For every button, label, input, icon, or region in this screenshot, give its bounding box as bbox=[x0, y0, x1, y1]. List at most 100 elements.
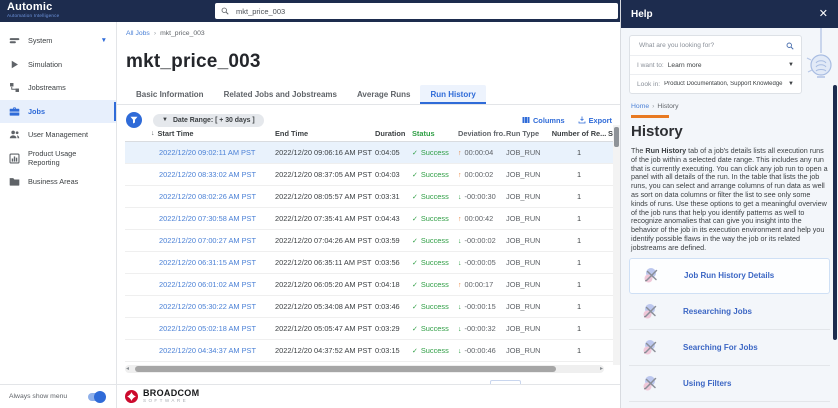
help-breadcrumb-home[interactable]: Home bbox=[631, 103, 649, 110]
column-header-end-time[interactable]: End Time bbox=[275, 129, 375, 138]
broadcom-mark-icon bbox=[125, 390, 138, 403]
breadcrumb-all-jobs[interactable]: All Jobs bbox=[126, 30, 150, 37]
help-link-job-run-history-details[interactable]: Job Run History Details bbox=[629, 258, 830, 294]
arrow-up-icon: ↑ bbox=[458, 172, 462, 179]
tab-average-runs[interactable]: Average Runs bbox=[347, 85, 421, 104]
table-row[interactable]: 2022/12/20 05:30:22 AM PST2022/12/20 05:… bbox=[125, 296, 613, 318]
close-icon[interactable]: ✕ bbox=[819, 9, 828, 20]
run-start-time-link[interactable]: 2022/12/20 06:01:02 AM PST bbox=[159, 280, 256, 289]
check-icon: ✓ bbox=[412, 238, 418, 245]
help-link-using-filters[interactable]: Using Filters bbox=[629, 366, 830, 402]
scroll-left-icon[interactable]: ◂ bbox=[126, 365, 129, 373]
run-start-time-link[interactable]: 2022/12/20 07:30:58 AM PST bbox=[159, 214, 256, 223]
arrow-up-icon: ↑ bbox=[458, 282, 462, 289]
column-header-duration[interactable]: Duration bbox=[375, 129, 412, 138]
table-row[interactable]: 2022/12/20 07:00:27 AM PST2022/12/20 07:… bbox=[125, 230, 613, 252]
run-restarts: 1 bbox=[550, 148, 608, 157]
scroll-right-icon[interactable]: ▸ bbox=[600, 365, 603, 373]
brand-bar: BROADCOM SOFTWARE bbox=[117, 384, 620, 408]
help-search-input[interactable] bbox=[637, 41, 782, 50]
run-restarts: 1 bbox=[550, 236, 608, 245]
run-start-time-link[interactable]: 2022/12/20 07:00:27 AM PST bbox=[159, 236, 256, 245]
tab-related-jobs-and-jobstreams[interactable]: Related Jobs and Jobstreams bbox=[214, 85, 347, 104]
help-breadcrumb-current: History bbox=[657, 103, 678, 110]
column-header-start-time[interactable]: ↓Start Time bbox=[125, 129, 275, 138]
table-row[interactable]: 2022/12/20 07:30:58 AM PST 2022/12/20 07:… bbox=[125, 208, 613, 230]
check-icon: ✓ bbox=[412, 348, 418, 355]
column-header-run-type[interactable]: Run Type bbox=[506, 129, 550, 138]
export-button[interactable]: Export bbox=[578, 116, 612, 125]
help-scrollbar-thumb[interactable] bbox=[833, 85, 837, 340]
run-duration: 0:03:46 bbox=[375, 302, 412, 311]
run-end-time: 2022/12/20 07:35:41 AM PST bbox=[275, 214, 375, 223]
table-row[interactable]: 2022/12/20 06:31:15 AM PST2022/12/20 06:… bbox=[125, 252, 613, 274]
table-row[interactable]: 2022/12/20 04:34:37 AM PST2022/12/20 04:… bbox=[125, 340, 613, 362]
run-deviation: ↑00:00:42 bbox=[458, 214, 506, 223]
sidebar-item-simulation[interactable]: Simulation bbox=[0, 53, 116, 77]
vertical-scrollbar[interactable] bbox=[613, 125, 620, 365]
arrow-up-icon: ↑ bbox=[458, 150, 462, 157]
table-row[interactable]: 2022/12/20 05:02:18 AM PST 2022/12/20 05:… bbox=[125, 318, 613, 340]
run-type: JOB_RUN bbox=[506, 346, 550, 355]
tab-basic-information[interactable]: Basic Information bbox=[126, 85, 214, 104]
page-title: mkt_price_003 bbox=[117, 50, 620, 73]
sidebar-item-system[interactable]: System▼ bbox=[0, 29, 116, 53]
run-start-time-link[interactable]: 2022/12/20 05:02:18 AM PST bbox=[159, 324, 256, 333]
sidebar-item-jobs[interactable]: Jobs bbox=[0, 100, 116, 124]
run-status: ✓Success bbox=[412, 346, 458, 355]
run-duration: 0:03:29 bbox=[375, 324, 412, 333]
help-link-label: Job Run History Details bbox=[684, 271, 774, 280]
run-deviation: ↓-00:00:30 bbox=[458, 192, 506, 201]
run-status: ✓Success bbox=[412, 192, 458, 201]
table-row[interactable]: 2022/12/20 08:02:26 AM PST2022/12/20 08:… bbox=[125, 186, 613, 208]
sidebar-item-user-management[interactable]: User Management bbox=[0, 123, 116, 147]
help-lookin-row[interactable]: Look in: Product Documentation, Support … bbox=[630, 74, 801, 93]
horizontal-scrollbar[interactable]: ◂ ▸ bbox=[125, 365, 604, 373]
run-start-time-link[interactable]: 2022/12/20 05:30:22 AM PST bbox=[159, 302, 256, 311]
sidebar-item-jobstreams[interactable]: Jobstreams bbox=[0, 76, 116, 100]
run-end-time: 2022/12/20 05:05:47 AM PST bbox=[275, 324, 375, 333]
run-start-time-link[interactable]: 2022/12/20 08:02:26 AM PST bbox=[159, 192, 256, 201]
tab-run-history[interactable]: Run History bbox=[420, 85, 485, 104]
run-deviation: ↓-00:00:46 bbox=[458, 346, 506, 355]
global-search-input[interactable] bbox=[234, 6, 612, 17]
arrow-down-icon: ↓ bbox=[458, 348, 462, 355]
vertical-scrollbar-thumb[interactable] bbox=[614, 127, 619, 147]
run-end-time: 2022/12/20 06:05:20 AM PST bbox=[275, 280, 375, 289]
help-link-working-with-tables[interactable]: Working With Tables bbox=[629, 402, 830, 408]
run-status: ✓Success bbox=[412, 170, 458, 179]
global-search[interactable] bbox=[215, 3, 618, 19]
horizontal-scrollbar-thumb[interactable] bbox=[135, 366, 556, 372]
want-label: I want to: bbox=[637, 62, 664, 69]
run-start-time-link[interactable]: 2022/12/20 06:31:15 AM PST bbox=[159, 258, 256, 267]
table-row[interactable]: 2022/12/20 09:02:11 AM PST2022/12/20 09:… bbox=[125, 142, 613, 164]
help-link-searching-for-jobs[interactable]: Searching For Jobs bbox=[629, 330, 830, 366]
run-restarts: 1 bbox=[550, 192, 608, 201]
play-icon bbox=[9, 59, 20, 70]
sidebar-item-label: Jobs bbox=[28, 107, 45, 116]
sidebar-item-business-areas[interactable]: Business Areas bbox=[0, 170, 116, 194]
columns-button[interactable]: Columns bbox=[522, 116, 565, 125]
run-start-time-link[interactable]: 2022/12/20 08:33:02 AM PST bbox=[159, 170, 256, 179]
run-deviation: ↓-00:00:02 bbox=[458, 236, 506, 245]
flow-icon bbox=[9, 82, 20, 93]
table-row[interactable]: 2022/12/20 06:01:02 AM PST 2022/12/20 06:… bbox=[125, 274, 613, 296]
run-start-time-link[interactable]: 2022/12/20 09:02:11 AM PST bbox=[159, 148, 255, 157]
chevron-down-icon: ▼ bbox=[101, 37, 107, 44]
help-want-row[interactable]: I want to: Learn more ▼ bbox=[630, 55, 801, 74]
column-header-deviation-fro[interactable]: Deviation fro... bbox=[458, 129, 506, 138]
run-deviation: ↑00:00:04 bbox=[458, 148, 506, 157]
always-show-menu-toggle[interactable] bbox=[88, 393, 105, 401]
help-link-researching-jobs[interactable]: Researching Jobs bbox=[629, 294, 830, 330]
run-restarts: 1 bbox=[550, 170, 608, 179]
chevron-down-icon: ▼ bbox=[162, 117, 168, 123]
run-duration: 0:03:15 bbox=[375, 346, 412, 355]
sidebar-item-product-usage-reporting[interactable]: Product Usage Reporting bbox=[0, 147, 116, 171]
run-start-time-link[interactable]: 2022/12/20 04:34:37 AM PST bbox=[159, 346, 256, 355]
help-link-label: Using Filters bbox=[683, 379, 731, 388]
table-row[interactable]: 2022/12/20 08:33:02 AM PST 2022/12/20 08:… bbox=[125, 164, 613, 186]
help-search-row[interactable] bbox=[630, 36, 801, 55]
column-header-number-of-re[interactable]: Number of Re... bbox=[550, 129, 608, 138]
column-header-status[interactable]: Status bbox=[412, 129, 458, 138]
run-end-time: 2022/12/20 08:37:05 AM PST bbox=[275, 170, 375, 179]
